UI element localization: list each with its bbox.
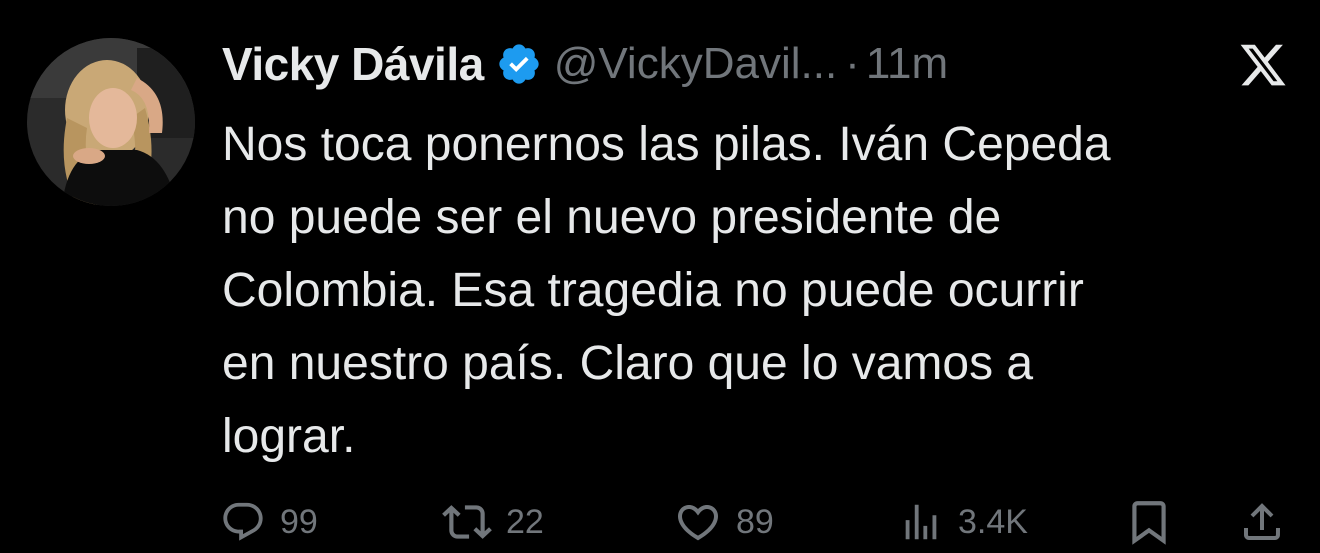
action-bar: 99 22 89 3.4K	[0, 494, 1320, 550]
tweet-header: Vicky Dávila @VickyDavil... · 11m	[222, 36, 948, 92]
like-button[interactable]: 89	[674, 494, 774, 550]
repost-button[interactable]: 22	[442, 494, 544, 550]
verified-badge-icon	[496, 41, 542, 87]
heart-icon	[674, 498, 722, 546]
views-icon	[898, 499, 944, 545]
views-count: 3.4K	[958, 502, 1028, 541]
x-logo-icon	[1238, 40, 1288, 90]
avatar-photo	[27, 38, 195, 206]
reply-icon	[220, 499, 266, 545]
avatar[interactable]	[27, 38, 195, 206]
reply-count: 99	[280, 502, 318, 541]
like-count: 89	[736, 502, 774, 541]
separator-dot: ·	[845, 39, 860, 88]
timestamp[interactable]: 11m	[866, 39, 948, 89]
share-icon	[1238, 498, 1286, 546]
tweet-text: Nos toca ponernos las pilas. Iván Cepeda…	[222, 118, 1111, 463]
bookmark-button[interactable]	[1124, 494, 1174, 550]
repost-count: 22	[506, 502, 544, 541]
repost-icon	[442, 497, 492, 547]
tweet-card[interactable]: Vicky Dávila @VickyDavil... · 11m Nos to…	[0, 0, 1320, 553]
share-button[interactable]	[1238, 494, 1286, 550]
display-name[interactable]: Vicky Dávila	[222, 37, 484, 91]
views-button[interactable]: 3.4K	[898, 494, 1028, 550]
user-handle[interactable]: @VickyDavil...	[554, 39, 837, 89]
bookmark-icon	[1124, 497, 1174, 547]
reply-button[interactable]: 99	[220, 494, 318, 550]
